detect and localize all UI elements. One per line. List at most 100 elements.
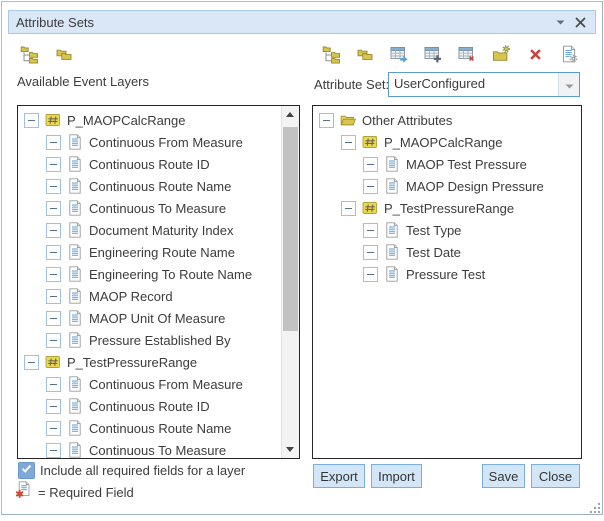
collapse-minus-icon[interactable]: [363, 157, 378, 172]
attribute-set-value[interactable]: UserConfigured: [389, 73, 558, 96]
attribute-sets-dialog: Attribute Sets Available Event Layers At…: [1, 1, 603, 515]
tree-item[interactable]: Engineering To Route Name: [18, 263, 282, 285]
tree-item[interactable]: Pressure Established By: [18, 329, 282, 351]
field-icon: [67, 420, 83, 436]
tree-item[interactable]: Test Type: [313, 219, 581, 241]
collapse-minus-icon[interactable]: [363, 245, 378, 260]
required-field-legend: = Required Field: [38, 485, 134, 500]
collapse-minus-icon[interactable]: [46, 377, 61, 392]
tree-item[interactable]: Other Attributes: [313, 109, 581, 131]
tree-item[interactable]: P_TestPressureRange: [313, 197, 581, 219]
resize-grip[interactable]: [589, 501, 601, 513]
tree-item[interactable]: P_TestPressureRange: [18, 351, 282, 373]
collapse-minus-icon[interactable]: [46, 311, 61, 326]
import-button[interactable]: Import: [371, 464, 422, 488]
tree-item[interactable]: MAOP Unit Of Measure: [18, 307, 282, 329]
collapse-minus-icon[interactable]: [341, 201, 356, 216]
scroll-up-icon[interactable]: [282, 106, 298, 123]
field-icon: [67, 442, 83, 458]
collapse-minus-icon[interactable]: [46, 421, 61, 436]
expand-tree-button[interactable]: [18, 43, 40, 65]
tree-item[interactable]: MAOP Test Pressure: [313, 153, 581, 175]
collapse-minus-icon[interactable]: [24, 355, 39, 370]
field-icon: [67, 376, 83, 392]
titlebar[interactable]: Attribute Sets: [8, 10, 596, 34]
collapse-minus-icon[interactable]: [319, 113, 334, 128]
tree-item-label: Continuous To Measure: [89, 201, 226, 216]
table-add-button[interactable]: [422, 43, 444, 65]
delete-x-icon: [526, 45, 545, 64]
tree-item[interactable]: Engineering Route Name: [18, 241, 282, 263]
collapse-folders-icon: [55, 45, 74, 64]
tree-item-label: Test Date: [406, 245, 461, 260]
table-arrow-button[interactable]: [388, 43, 410, 65]
collapse-minus-icon[interactable]: [46, 179, 61, 194]
close-icon[interactable]: [575, 17, 586, 28]
scrollbar-thumb[interactable]: [283, 127, 298, 331]
tree-item-label: Continuous Route Name: [89, 179, 231, 194]
collapse-folders-button[interactable]: [53, 43, 75, 65]
collapse-minus-icon[interactable]: [24, 113, 39, 128]
field-icon: [384, 222, 400, 238]
tree-item-label: Continuous From Measure: [89, 377, 243, 392]
tree-item[interactable]: Continuous To Measure: [18, 197, 282, 219]
page-gear-icon: [560, 45, 579, 64]
tree-item-label: Engineering To Route Name: [89, 267, 252, 282]
tree-item[interactable]: Continuous From Measure: [18, 373, 282, 395]
tree-item[interactable]: P_MAOPCalcRange: [18, 109, 282, 131]
layer-icon: [45, 112, 61, 128]
scroll-down-icon[interactable]: [282, 441, 298, 458]
field-icon: [67, 134, 83, 150]
collapse-minus-icon[interactable]: [46, 245, 61, 260]
tree-item-label: P_MAOPCalcRange: [384, 135, 503, 150]
table-add-icon: [424, 45, 443, 64]
tree-item-label: Continuous Route ID: [89, 157, 210, 172]
tree-item-label: MAOP Test Pressure: [406, 157, 527, 172]
collapse-minus-icon[interactable]: [46, 289, 61, 304]
attribute-set-combobox[interactable]: UserConfigured: [388, 72, 580, 97]
collapse-minus-icon[interactable]: [363, 179, 378, 194]
attribute-set-dropdown-button[interactable]: [558, 73, 579, 96]
export-button[interactable]: Export: [313, 464, 365, 488]
tree-item[interactable]: Test Date: [313, 241, 581, 263]
collapse-minus-icon[interactable]: [46, 223, 61, 238]
collapse-minus-icon[interactable]: [46, 267, 61, 282]
table-remove-button[interactable]: [456, 43, 478, 65]
tree-item[interactable]: Continuous To Measure: [18, 439, 282, 458]
tree-item[interactable]: Continuous Route ID: [18, 395, 282, 417]
tree-item-label: Engineering Route Name: [89, 245, 235, 260]
titlebar-dropdown-icon[interactable]: [556, 20, 565, 25]
include-required-fields-checkbox[interactable]: [18, 462, 35, 479]
tree-item[interactable]: MAOP Record: [18, 285, 282, 307]
save-button[interactable]: Save: [482, 464, 525, 488]
tree-item[interactable]: Document Maturity Index: [18, 219, 282, 241]
tree-item[interactable]: Continuous Route Name: [18, 417, 282, 439]
collapse-folders-button[interactable]: [354, 43, 376, 65]
collapse-minus-icon[interactable]: [46, 399, 61, 414]
collapse-minus-icon[interactable]: [46, 135, 61, 150]
field-icon: [384, 266, 400, 282]
delete-x-button[interactable]: [524, 43, 546, 65]
close-button[interactable]: Close: [531, 464, 580, 488]
vertical-scrollbar[interactable]: [281, 106, 299, 458]
table-remove-icon: [458, 45, 477, 64]
tree-item[interactable]: MAOP Design Pressure: [313, 175, 581, 197]
collapse-minus-icon[interactable]: [46, 157, 61, 172]
tree-item[interactable]: P_MAOPCalcRange: [313, 131, 581, 153]
collapse-minus-icon[interactable]: [46, 201, 61, 216]
collapse-minus-icon[interactable]: [341, 135, 356, 150]
expand-tree-button[interactable]: [320, 43, 342, 65]
collapse-minus-icon[interactable]: [363, 223, 378, 238]
tree-item[interactable]: Continuous From Measure: [18, 131, 282, 153]
tree-item[interactable]: Pressure Test: [313, 263, 581, 285]
collapse-minus-icon[interactable]: [46, 443, 61, 458]
collapse-minus-icon[interactable]: [46, 333, 61, 348]
tree-item[interactable]: Continuous Route ID: [18, 153, 282, 175]
folder-new-button[interactable]: [490, 43, 512, 65]
field-icon: [67, 244, 83, 260]
page-gear-button[interactable]: [558, 43, 580, 65]
collapse-minus-icon[interactable]: [363, 267, 378, 282]
tree-item[interactable]: Continuous Route Name: [18, 175, 282, 197]
field-icon: [384, 178, 400, 194]
expand-tree-icon: [20, 45, 39, 64]
